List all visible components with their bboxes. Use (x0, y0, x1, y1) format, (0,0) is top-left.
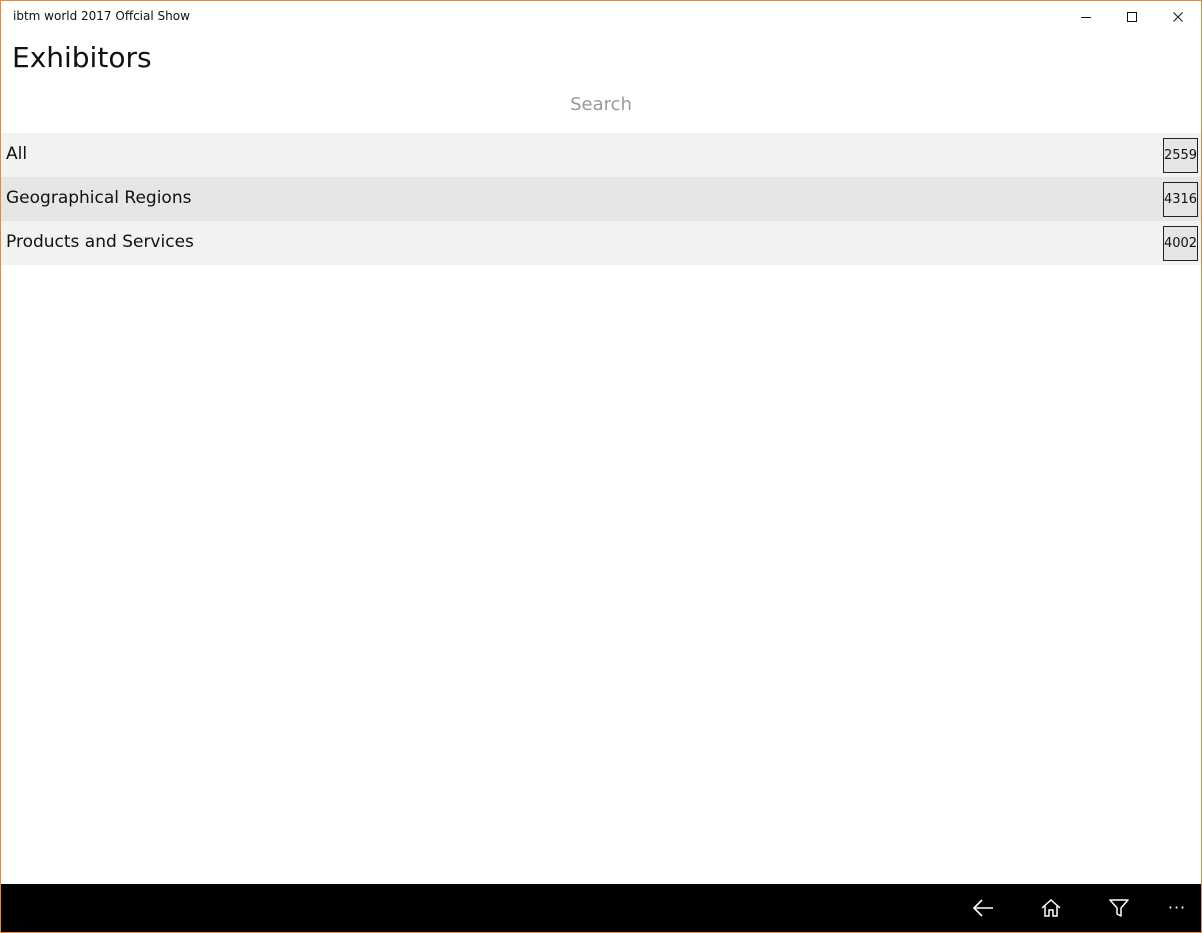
list-item-products-and-services[interactable]: Products and Services 4002 (1, 221, 1201, 265)
minimize-button[interactable] (1063, 1, 1109, 32)
filter-button[interactable] (1095, 884, 1143, 932)
back-arrow-icon (972, 899, 993, 917)
home-icon (1041, 898, 1061, 917)
count-badge: 2559 (1163, 138, 1198, 173)
more-button[interactable]: ··· (1153, 884, 1201, 932)
list-item-geographical-regions[interactable]: Geographical Regions 4316 (1, 177, 1201, 221)
maximize-icon (1127, 11, 1137, 22)
count-badge: 4316 (1163, 182, 1198, 217)
more-icon: ··· (1167, 897, 1187, 917)
app-title: ibtm world 2017 Offcial Show (13, 9, 190, 23)
home-button[interactable] (1027, 884, 1075, 932)
app-window: ibtm world 2017 Offcial Show Exhibitors … (0, 0, 1202, 933)
minimize-icon (1081, 16, 1091, 18)
title-bar: ibtm world 2017 Offcial Show (1, 1, 1201, 32)
list-item-label: Products and Services (6, 232, 194, 252)
bottom-app-bar: ··· (1, 884, 1201, 932)
close-button[interactable] (1155, 1, 1201, 32)
page-title: Exhibitors (12, 41, 152, 74)
list-item-all[interactable]: All 2559 (1, 133, 1201, 177)
list-item-label: All (6, 144, 28, 164)
search-input[interactable] (401, 89, 801, 119)
list-item-label: Geographical Regions (6, 188, 192, 208)
close-icon (1173, 11, 1183, 22)
maximize-button[interactable] (1109, 1, 1155, 32)
count-badge: 4002 (1163, 226, 1198, 261)
category-list: All 2559 Geographical Regions 4316 Produ… (1, 133, 1201, 265)
back-button[interactable] (959, 884, 1007, 932)
filter-icon (1109, 899, 1129, 917)
